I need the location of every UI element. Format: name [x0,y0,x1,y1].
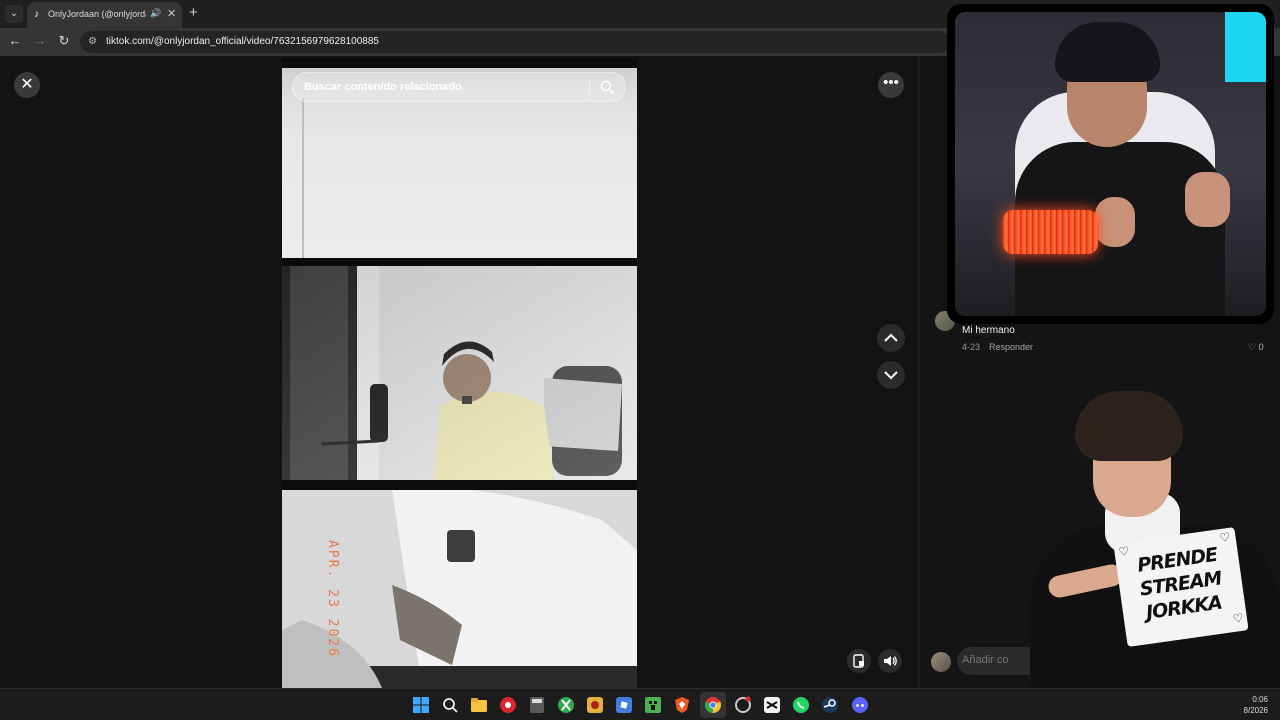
close-video-button[interactable]: ✕ [14,72,40,98]
roblox-icon[interactable] [615,696,633,714]
reply-button[interactable]: Responder [989,342,1033,352]
back-button[interactable]: ← [6,33,24,48]
previous-video-button[interactable] [877,324,905,352]
search-icon[interactable] [441,696,459,714]
hair-shape [1055,22,1160,82]
hair-shape [1075,391,1183,461]
steam-icon[interactable] [821,696,839,714]
tab-title: OnlyJordaan (@onlyjordan_official) | Tik… [48,9,146,19]
wall-edge-shape [302,98,304,258]
speaker-icon[interactable]: 🔊 [150,8,161,19]
site-info-icon[interactable]: ⚙ [88,36,97,47]
video-frame-room [282,266,637,480]
floating-player-icon [853,654,864,668]
floating-player-button[interactable] [847,649,871,673]
related-search-input[interactable]: Buscar contenido relacionado [292,72,626,102]
streamer-promo-overlay: ♡ ♡ PRENDE STREAM JORKKA ♡ [1010,385,1280,715]
game-icon[interactable] [586,696,604,714]
forward-button[interactable]: → [31,33,49,48]
video-player[interactable]: APR. 23 2026 Buscar contenido relacionad… [282,58,637,688]
promo-sign: ♡ ♡ PRENDE STREAM JORKKA ♡ [1113,527,1249,647]
webcam-feed [955,12,1266,316]
speaker-icon [884,656,897,666]
webcam-overlay [947,4,1274,324]
hand-shape [1095,197,1135,247]
whatsapp-icon[interactable] [792,696,810,714]
search-divider [589,79,590,97]
minecraft-icon[interactable] [644,696,662,714]
url-text[interactable]: tiktok.com/@onlyjordan_official/video/76… [106,36,379,47]
monitor-shape [1225,12,1266,82]
tiktok-icon: ♪ [34,9,39,20]
like-count: 0 [1258,342,1264,352]
heart-icon: ♡ [1248,342,1257,352]
search-icon[interactable] [599,79,615,95]
chevron-up-icon [884,333,898,342]
brave-icon[interactable] [673,696,691,714]
next-video-button[interactable] [877,361,905,389]
tab-close-button[interactable]: ✕ [167,7,176,20]
search-placeholder: Buscar contenido relacionado [304,81,462,93]
microphone-shape [1003,210,1098,254]
new-tab-button[interactable]: + [189,4,198,21]
comment-date: 4-23 [962,342,981,352]
file-explorer-icon[interactable] [470,696,488,714]
app-red-icon[interactable] [499,696,517,714]
heart-icon: ♡ [1231,610,1245,627]
browser-tab-active[interactable]: ♪ OnlyJordaan (@onlyjordan_official) | T… [27,2,182,28]
capcut-icon[interactable] [763,696,781,714]
tab-search-button[interactable]: ⌄ [5,5,23,23]
clock-time: 0:06 [1252,695,1268,704]
hand-shape [1185,172,1230,227]
room-scene-illustration [282,266,637,480]
system-clock[interactable]: 0:06 8/2026 [1232,694,1268,716]
address-bar[interactable]: ⚙ tiktok.com/@onlyjordan_official/video/… [80,31,950,53]
xbox-icon[interactable] [557,696,575,714]
chrome-icon[interactable] [704,696,722,714]
chevron-down-icon [884,371,898,380]
comment-like-button[interactable]: ♡ 0 [1248,342,1264,353]
windows-icon[interactable] [412,696,430,714]
avatar [931,652,951,672]
opera-gx-icon[interactable] [734,696,752,714]
windows-taskbar: 0:06 8/2026 [0,688,1280,720]
comment-input-placeholder: Añadir co [962,654,1009,666]
calculator-icon[interactable] [528,696,546,714]
video-frame-closeup: APR. 23 2026 [282,490,637,688]
clock-date: 8/2026 [1243,706,1268,715]
discord-icon[interactable] [851,696,869,714]
reload-button[interactable]: ↻ [55,33,73,49]
comment-text: Mi hermano [962,325,1015,336]
more-options-button[interactable]: ••• [878,72,904,98]
volume-button[interactable] [878,649,902,673]
video-date-stamp: APR. 23 2026 [325,540,340,658]
